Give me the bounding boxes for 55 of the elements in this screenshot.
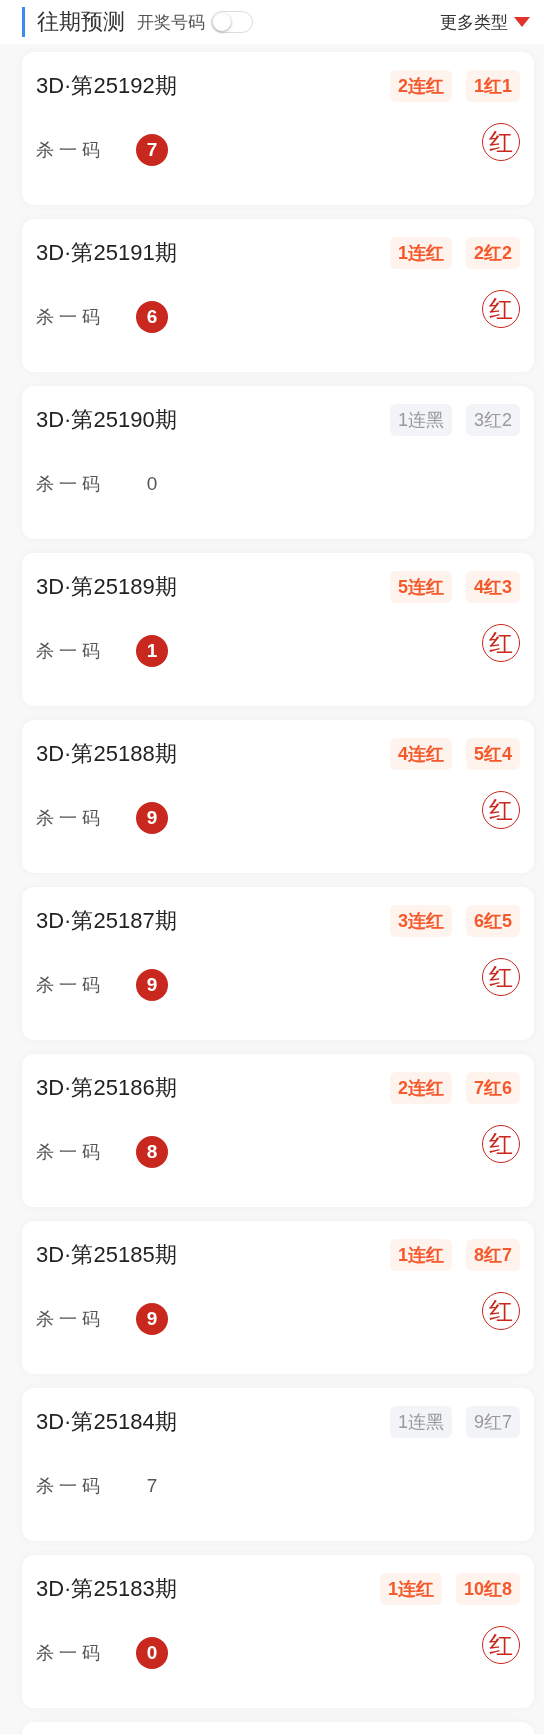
streak-tag: 6红5: [465, 905, 520, 937]
streak-tag: 2红2: [465, 237, 520, 269]
toggle-label: 开奖号码: [137, 11, 205, 34]
section-title: 往期预测: [37, 8, 125, 36]
streak-tag: 1连红: [389, 1239, 452, 1271]
number-ball: 7: [136, 134, 168, 166]
kill-label: 杀 一 码: [36, 139, 101, 162]
number-ball: 9: [136, 1303, 168, 1335]
streak-tag: 3连红: [389, 905, 452, 937]
number-ball: 8: [136, 1136, 168, 1168]
streak-tag: 5红4: [465, 738, 520, 770]
streak-tag: 5连红: [389, 571, 452, 603]
number-ball: 0: [136, 1637, 168, 1669]
number-ball: 1: [136, 635, 168, 667]
streak-tag: 1连红: [379, 1573, 442, 1605]
kill-label: 杀 一 码: [36, 807, 101, 830]
number-ball: 6: [136, 301, 168, 333]
streak-tag: 2连红: [389, 1072, 452, 1104]
number-ball: 9: [136, 969, 168, 1001]
number-text: 7: [145, 1475, 159, 1497]
streak-tag: 7红6: [465, 1072, 520, 1104]
streak-tag: 1连黑: [389, 1406, 452, 1438]
more-types-dropdown[interactable]: 更多类型: [440, 10, 530, 34]
streak-tag: 8红7: [465, 1239, 520, 1271]
number-ball: 9: [136, 802, 168, 834]
streak-tag: 2连红: [389, 70, 452, 102]
kill-label: 杀 一 码: [36, 1642, 101, 1665]
issue-title: 3D·第25190期: [36, 406, 178, 434]
streak-tag: 3红2: [465, 404, 520, 436]
issue-title: 3D·第25183期: [36, 1575, 178, 1603]
streak-tag: 1连黑: [389, 404, 452, 436]
issue-title: 3D·第25187期: [36, 907, 178, 935]
kill-label: 杀 一 码: [36, 640, 101, 663]
kill-label: 杀 一 码: [36, 1308, 101, 1331]
kill-label: 杀 一 码: [36, 974, 101, 997]
kill-label: 杀 一 码: [36, 473, 101, 496]
issue-title: 3D·第25191期: [36, 239, 178, 267]
kill-label: 杀 一 码: [36, 306, 101, 329]
issue-title: 3D·第25186期: [36, 1074, 178, 1102]
caret-icon: [514, 17, 530, 27]
streak-tag: 1红1: [465, 70, 520, 102]
kill-label: 杀 一 码: [36, 1475, 101, 1498]
kill-label: 杀 一 码: [36, 1141, 101, 1164]
issue-title: 3D·第25185期: [36, 1241, 178, 1269]
issue-title: 3D·第25189期: [36, 573, 178, 601]
streak-tag: 1连红: [389, 237, 452, 269]
streak-tag: 4连红: [389, 738, 452, 770]
number-text: 0: [145, 473, 159, 495]
issue-title: 3D·第25184期: [36, 1408, 178, 1436]
toggle-switch[interactable]: [211, 11, 253, 33]
streak-tag: 4红3: [465, 571, 520, 603]
issue-title: 3D·第25188期: [36, 740, 178, 768]
streak-tag: 10红8: [455, 1573, 520, 1605]
issue-title: 3D·第25192期: [36, 72, 178, 100]
streak-tag: 9红7: [465, 1406, 520, 1438]
